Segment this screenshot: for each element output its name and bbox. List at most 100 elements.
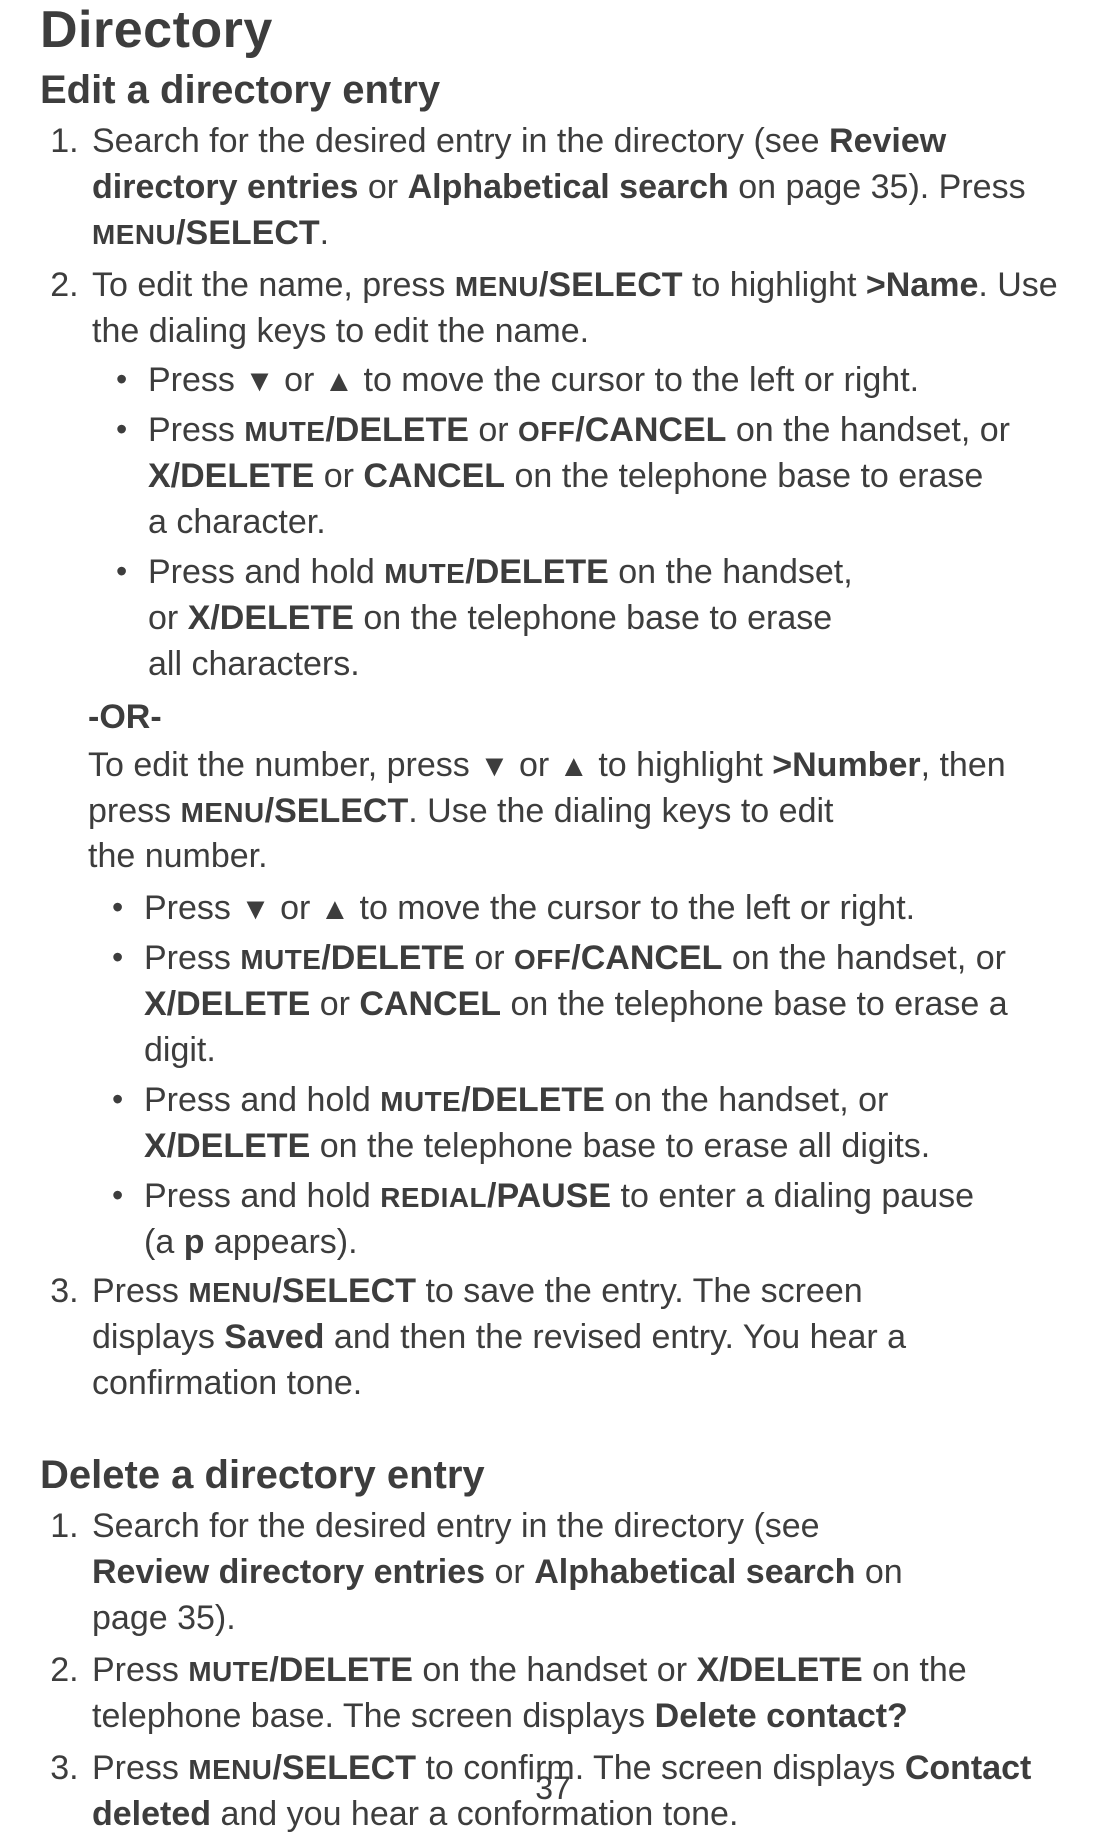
smallcaps-bold: OFF	[514, 944, 571, 975]
up-arrow-icon: ▲	[320, 892, 350, 926]
text: the number.	[88, 837, 268, 875]
smallcaps-bold: MUTE	[188, 1656, 269, 1687]
bold: >Name	[866, 266, 978, 304]
bold: CANCEL	[359, 985, 501, 1023]
bold: X/DELETE	[188, 599, 354, 637]
text: on the telephone base to erase all digit…	[310, 1127, 930, 1165]
text: to highlight	[683, 266, 866, 304]
text: or	[465, 939, 514, 977]
text: on	[855, 1553, 902, 1591]
bold: Alphabetical search	[408, 168, 729, 206]
page-number: 37	[0, 1770, 1106, 1807]
text: on the handset or	[413, 1651, 697, 1689]
text: on the telephone base to erase	[505, 457, 983, 495]
smallcaps-bold: MUTE	[244, 416, 325, 447]
bold: Review directory entries	[92, 1553, 485, 1591]
smallcaps-bold: MENU	[181, 797, 265, 828]
text: Press and hold	[144, 1177, 380, 1215]
number-bullets: Press ▼ or ▲ to move the cursor to the l…	[88, 886, 1066, 1265]
name-bullets: Press ▼ or ▲ to move the cursor to the l…	[92, 358, 1066, 687]
text: or	[314, 457, 363, 495]
bold: /SELECT	[539, 266, 683, 304]
list-item: Press MUTE/DELETE or OFF/CANCEL on the h…	[128, 408, 1066, 546]
down-arrow-icon: ▼	[240, 892, 270, 926]
manual-page: Directory Edit a directory entry Search …	[0, 0, 1106, 1837]
edit-step-3: Press MENU/SELECT to save the entry. The…	[88, 1269, 1066, 1407]
text: Press	[144, 939, 240, 977]
text: To edit the number, press	[88, 746, 479, 784]
text: Search for the desired entry in the dire…	[92, 122, 829, 160]
bold: Delete contact?	[655, 1697, 908, 1735]
bold: X/DELETE	[148, 457, 314, 495]
delete-step-2: Press MUTE/DELETE on the handset or X/DE…	[88, 1648, 1066, 1740]
list-item: Press ▼ or ▲ to move the cursor to the l…	[124, 886, 1066, 932]
edit-heading: Edit a directory entry	[40, 68, 1066, 113]
bold: CANCEL	[363, 457, 505, 495]
text: Press and hold	[144, 1081, 380, 1119]
text: on the telephone base to erase	[354, 599, 832, 637]
bold: Saved	[224, 1318, 324, 1356]
delete-step-1: Search for the desired entry in the dire…	[88, 1504, 1066, 1642]
smallcaps-bold: MENU	[455, 271, 539, 302]
text: Press	[148, 411, 244, 449]
list-item: Press and hold MUTE/DELETE on the handse…	[124, 1078, 1066, 1170]
text: Press	[148, 361, 244, 399]
text: on the handset, or	[722, 939, 1006, 977]
text: Press	[92, 1651, 188, 1689]
smallcaps-bold: MUTE	[380, 1086, 461, 1117]
bold: /DELETE	[465, 553, 609, 591]
bold: SELECT	[274, 792, 408, 830]
edit-step-1: Search for the desired entry in the dire…	[88, 119, 1066, 257]
or-divider: -OR-	[88, 698, 1066, 737]
text: page 35).	[92, 1599, 236, 1637]
bold: p	[184, 1223, 205, 1261]
text: a character.	[148, 503, 326, 541]
text: Press	[144, 889, 240, 927]
smallcaps-bold: MENU	[92, 219, 176, 250]
bold: X/DELETE	[696, 1651, 862, 1689]
bold: /CANCEL	[575, 411, 726, 449]
bold: /CANCEL	[571, 939, 722, 977]
text: and then the revised entry. You hear a	[324, 1318, 906, 1356]
text: To edit the name, press	[92, 266, 455, 304]
text: displays	[92, 1318, 224, 1356]
bold: /DELETE	[461, 1081, 605, 1119]
smallcaps-bold: MUTE	[384, 558, 465, 589]
text: on the handset, or	[605, 1081, 889, 1119]
list-item: Press and hold REDIAL/PAUSE to enter a d…	[124, 1174, 1066, 1266]
down-arrow-icon: ▼	[479, 749, 509, 783]
text: on the handset,	[609, 553, 853, 591]
down-arrow-icon: ▼	[244, 364, 274, 398]
or-text-block: To edit the number, press ▼ or ▲ to high…	[88, 743, 1066, 881]
bold: >Number	[772, 746, 920, 784]
delete-heading: Delete a directory entry	[40, 1453, 1066, 1498]
text: (a	[144, 1223, 184, 1261]
edit-steps-list-cont: Press MENU/SELECT to save the entry. The…	[40, 1269, 1066, 1407]
bold: /SELECT	[176, 214, 320, 252]
page-title: Directory	[40, 0, 1066, 60]
text: confirmation tone.	[92, 1364, 362, 1402]
text: or	[469, 411, 518, 449]
text: on the handset, or	[726, 411, 1010, 449]
smallcaps-bold: REDIAL	[380, 1182, 487, 1213]
bold: /	[265, 792, 274, 830]
up-arrow-icon: ▲	[559, 749, 589, 783]
edit-steps-list: Search for the desired entry in the dire…	[40, 119, 1066, 688]
text: on page 35). Press	[729, 168, 1026, 206]
text: to save the entry. The screen	[416, 1272, 863, 1310]
up-arrow-icon: ▲	[324, 364, 354, 398]
bold: /SELECT	[272, 1272, 416, 1310]
bold: /PAUSE	[487, 1177, 611, 1215]
text: . Use the dialing keys to edit	[408, 792, 833, 830]
text: Search for the desired entry in the dire…	[92, 1507, 820, 1545]
bold: X/DELETE	[144, 1127, 310, 1165]
text: appears).	[204, 1223, 357, 1261]
text: Press	[92, 1272, 188, 1310]
bold: Alphabetical search	[534, 1553, 855, 1591]
text: or	[358, 168, 407, 206]
text: or	[485, 1553, 534, 1591]
text: or	[510, 746, 559, 784]
text: or	[271, 889, 320, 927]
bold: /DELETE	[325, 411, 469, 449]
text: or	[148, 599, 188, 637]
